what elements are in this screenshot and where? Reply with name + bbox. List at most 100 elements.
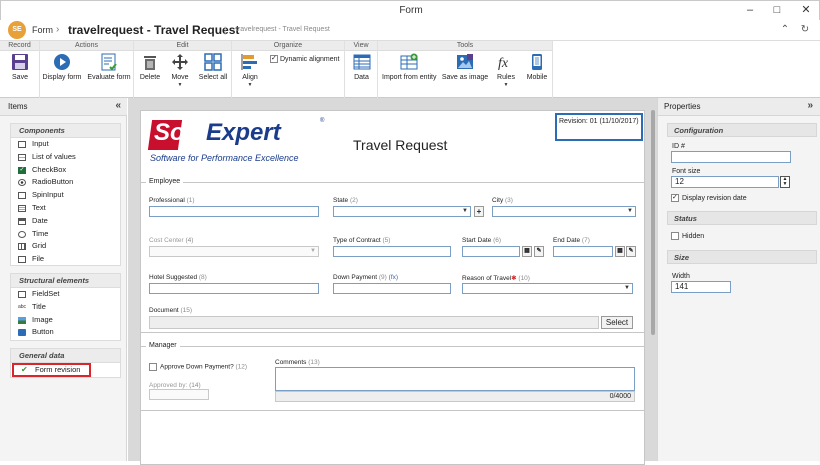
input-field-icon <box>18 141 26 148</box>
start-date-input[interactable] <box>462 246 520 257</box>
breadcrumb-module[interactable]: Form <box>32 25 53 35</box>
move-button[interactable]: Move ▼ <box>168 53 192 88</box>
fieldset-icon <box>18 291 26 298</box>
general-data-section-title: General data <box>11 349 120 363</box>
comments-textarea[interactable] <box>275 367 635 391</box>
evaluate-form-button[interactable]: Evaluate form <box>86 53 132 81</box>
save-button[interactable]: Save <box>4 53 36 81</box>
delete-button[interactable]: Delete <box>138 53 162 81</box>
collapse-left-icon[interactable]: « <box>115 100 121 111</box>
ribbon-group-edit: Edit Delete Move ▼ Select all <box>134 41 232 99</box>
maximize-button[interactable]: □ <box>768 3 786 18</box>
collapse-right-icon[interactable]: » <box>807 100 813 111</box>
state-select[interactable]: ▼ <box>333 206 471 217</box>
add-state-button[interactable]: + <box>474 206 484 217</box>
structural-item-fieldset[interactable]: FieldSet <box>11 288 120 301</box>
width-label: Width <box>672 273 690 280</box>
general-data-section: General data ✔ Form revision <box>10 348 121 378</box>
select-all-button[interactable]: Select all <box>196 53 230 81</box>
display-form-button[interactable]: Display form <box>42 53 82 81</box>
align-button[interactable]: Align ▼ <box>238 53 262 88</box>
down-payment-input[interactable] <box>333 283 451 294</box>
approve-down-payment-checkbox[interactable]: Approve Down Payment? (12) <box>149 363 247 371</box>
display-revision-date-checkbox[interactable]: Display revision date <box>671 193 747 202</box>
trash-icon <box>144 56 156 70</box>
start-date-clear-icon[interactable]: ✎ <box>534 246 544 257</box>
document-input[interactable] <box>149 316 599 329</box>
start-date-calendar-icon[interactable]: ▦ <box>522 246 532 257</box>
window-titlebar: Form – □ ✕ <box>0 0 820 20</box>
collapse-header-icon[interactable]: ⌃ <box>778 23 792 37</box>
checkbox-checked-icon <box>671 193 679 202</box>
mobile-icon <box>532 54 542 70</box>
professional-label: Professional (1) <box>149 197 195 204</box>
component-item-list-of-values[interactable]: List of values <box>11 151 120 164</box>
reason-of-travel-select[interactable]: ▼ <box>462 283 633 294</box>
document-label: Document (15) <box>149 307 192 314</box>
items-panel-header: Items « <box>0 98 127 116</box>
calendar-icon <box>18 217 26 225</box>
component-item-input[interactable]: Input <box>11 138 120 151</box>
data-button[interactable]: Data <box>349 53 374 81</box>
component-item-time[interactable]: Time <box>11 228 120 241</box>
form-revision-field[interactable]: Revision: 01 (11/10/2017) <box>555 113 643 141</box>
checkbox-icon <box>671 232 679 240</box>
mobile-button[interactable]: Mobile <box>524 53 550 81</box>
hotel-suggested-input[interactable] <box>149 283 319 294</box>
comments-label: Comments (13) <box>275 359 320 366</box>
components-section: Components Input List of values ✓ CheckBo… <box>10 123 121 266</box>
id-input[interactable] <box>671 151 791 163</box>
dynamic-alignment-checkbox[interactable]: Dynamic alignment <box>270 54 339 63</box>
import-icon <box>400 53 418 70</box>
end-date-calendar-icon[interactable]: ▦ <box>615 246 625 257</box>
components-section-title: Components <box>11 124 120 138</box>
refresh-icon[interactable]: ↻ <box>798 23 812 37</box>
end-date-input[interactable] <box>553 246 613 257</box>
professional-input[interactable] <box>149 206 319 217</box>
logo-tagline: Software for Performance Excellence <box>150 153 299 163</box>
import-from-entity-button[interactable]: Import from entity <box>382 53 436 81</box>
structural-item-button[interactable]: Button <box>11 326 120 339</box>
checkbox-icon <box>149 363 157 371</box>
cost-center-select[interactable]: ▼ <box>149 246 319 257</box>
width-input[interactable]: 141 <box>671 281 731 293</box>
dropdown-caret-icon: ▼ <box>503 82 509 88</box>
start-date-label: Start Date (6) <box>462 237 502 244</box>
general-item-form-revision[interactable]: ✔ Form revision <box>12 363 91 377</box>
component-item-radiobutton[interactable]: RadioButton <box>11 176 120 189</box>
breadcrumb-separator-icon: › <box>56 24 60 35</box>
component-item-grid[interactable]: Grid <box>11 240 120 253</box>
minimize-button[interactable]: – <box>741 3 759 18</box>
size-section-title: Size <box>667 250 817 264</box>
component-item-text[interactable]: Text <box>11 202 120 215</box>
align-icon <box>241 54 257 70</box>
component-item-checkbox[interactable]: ✓ CheckBox <box>11 164 120 177</box>
component-item-date[interactable]: Date <box>11 215 120 228</box>
font-size-input[interactable]: 12 <box>671 176 779 188</box>
font-size-stepper[interactable]: ▲ ▼ <box>780 176 790 188</box>
properties-panel-title: Properties <box>664 102 701 111</box>
checkmark-icon: ✔ <box>21 365 28 374</box>
type-of-contract-label: Type of Contract (5) <box>333 237 391 244</box>
properties-panel: Properties » Configuration ID # Font siz… <box>657 98 820 461</box>
component-item-file[interactable]: File <box>11 253 120 266</box>
component-item-spininput[interactable]: SpinInput <box>11 189 120 202</box>
file-icon <box>18 256 26 264</box>
structural-item-image[interactable]: Image <box>11 314 120 327</box>
rules-button[interactable]: fx Rules ▼ <box>494 53 518 88</box>
structural-item-title[interactable]: abc Title <box>11 301 120 314</box>
save-as-image-button[interactable]: Save as image <box>441 53 489 81</box>
city-select[interactable]: ▼ <box>492 206 636 217</box>
canvas-scrollbar[interactable] <box>651 110 655 335</box>
data-table-icon <box>353 54 370 70</box>
save-icon <box>12 54 28 70</box>
hidden-checkbox[interactable]: Hidden <box>671 232 704 240</box>
close-button[interactable]: ✕ <box>797 3 815 18</box>
structural-section: Structural elements FieldSet abc Title Im… <box>10 273 121 341</box>
end-date-clear-icon[interactable]: ✎ <box>626 246 636 257</box>
select-document-button[interactable]: Select <box>601 316 633 329</box>
hotel-suggested-label: Hotel Suggested (8) <box>149 274 207 281</box>
type-of-contract-input[interactable] <box>333 246 451 257</box>
approved-by-input[interactable] <box>149 389 209 400</box>
form-title: Travel Request <box>353 137 448 153</box>
